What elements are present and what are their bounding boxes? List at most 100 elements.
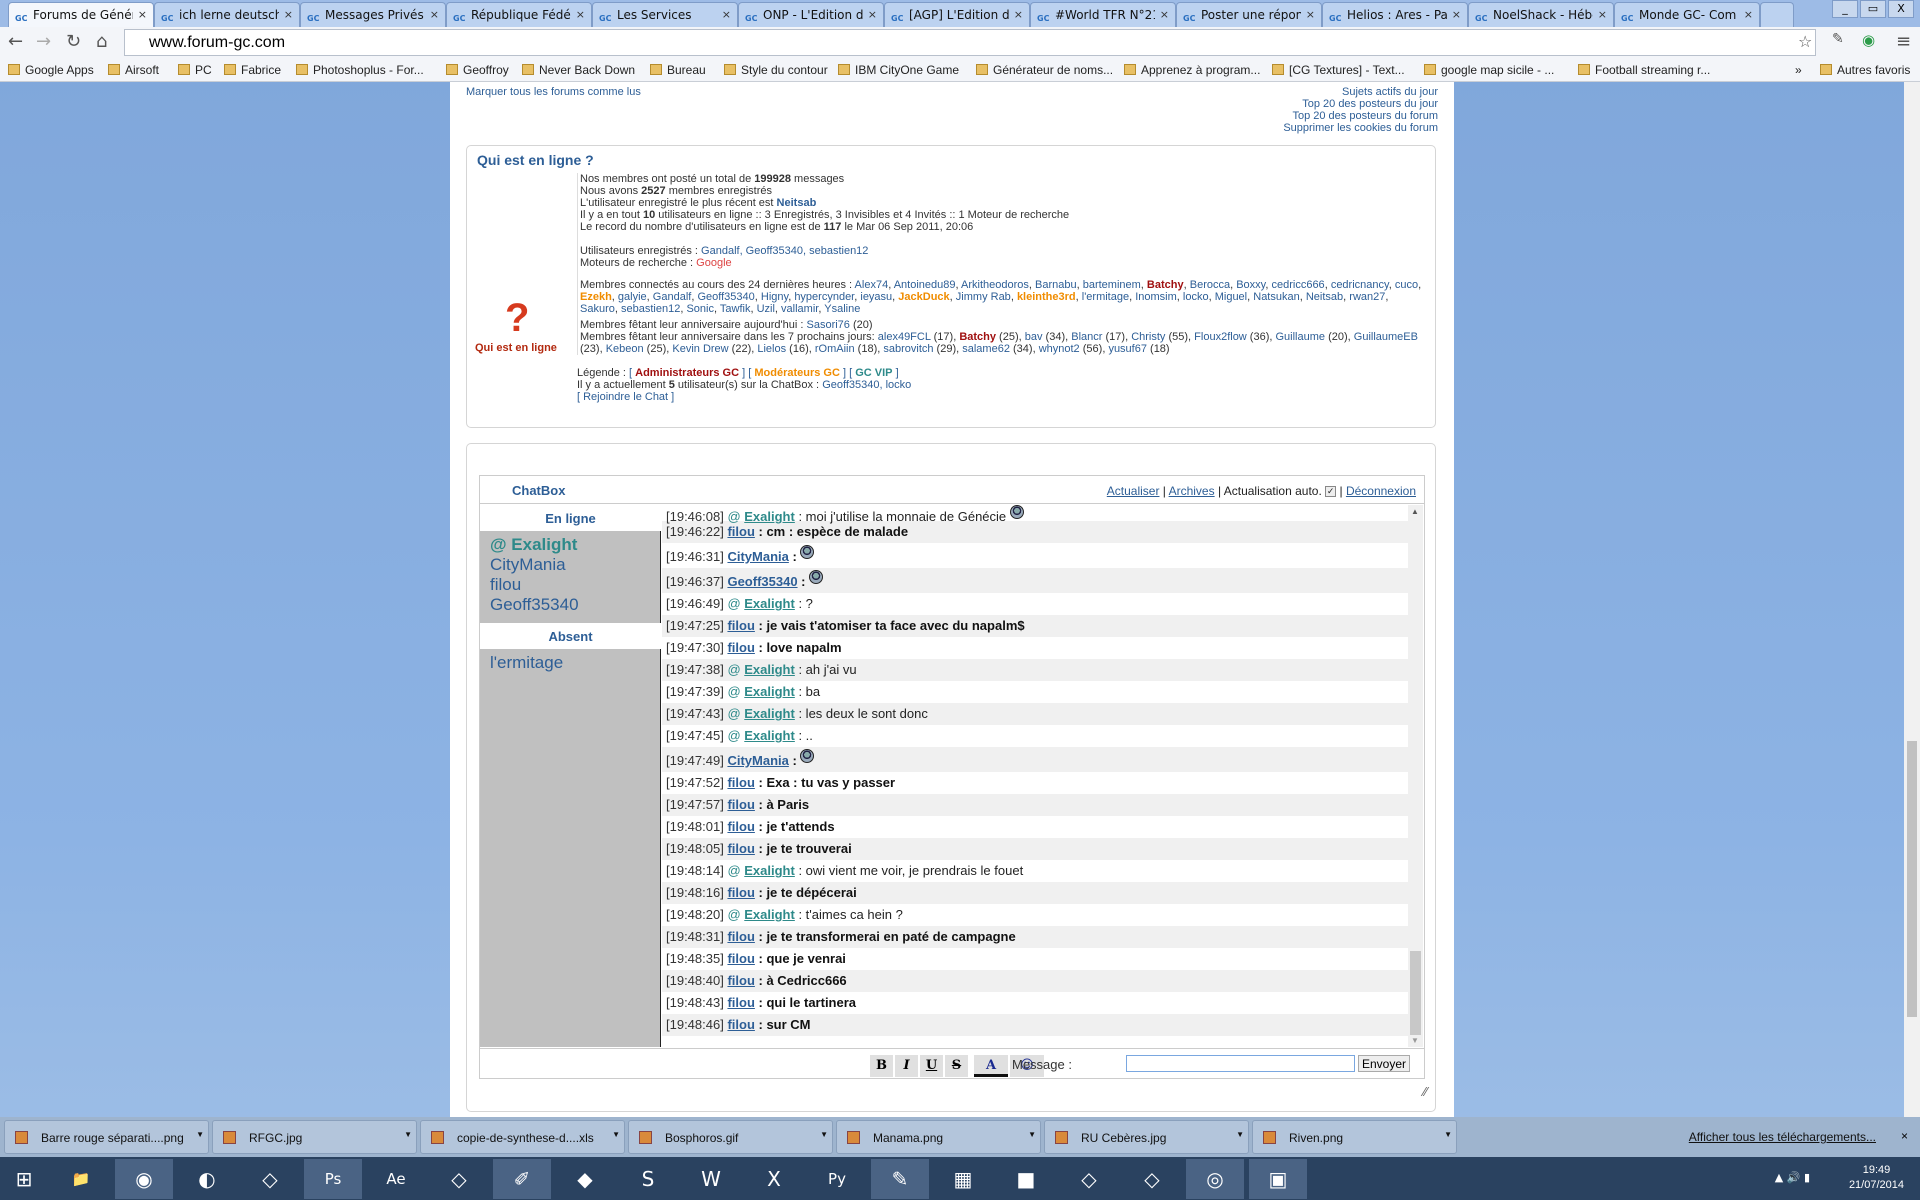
download-item[interactable]: RU Cebères.jpg ▼ [1044, 1120, 1249, 1154]
chrome-icon[interactable]: ◉ [115, 1159, 173, 1199]
join-chat-link[interactable]: [ Rejoindre le Chat ] [577, 391, 674, 403]
message-author-link[interactable]: filou [727, 973, 754, 988]
scroll-up-icon[interactable]: ▲ [1411, 507, 1419, 516]
member-link[interactable]: Kevin Drew [672, 343, 728, 355]
chevron-down-icon[interactable]: ▼ [1444, 1130, 1452, 1139]
app-icon[interactable]: ◇ [1060, 1159, 1118, 1199]
tab-close-icon[interactable]: × [284, 8, 293, 21]
member-link[interactable]: Tawfik [720, 303, 751, 315]
tab-close-icon[interactable]: × [1452, 8, 1461, 21]
skype-icon[interactable]: S [619, 1159, 677, 1199]
member-link[interactable]: Geoff35340 [697, 291, 754, 303]
chat-users[interactable]: Geoff35340, locko [822, 379, 911, 391]
close-downloads-button[interactable]: × [1901, 1129, 1908, 1143]
member-link[interactable]: GuillaumeEB [1354, 331, 1418, 343]
download-item[interactable]: Barre rouge séparati....png ▼ [4, 1120, 209, 1154]
tab-close-icon[interactable]: × [1598, 8, 1607, 21]
member-link[interactable]: Gandalf [653, 291, 692, 303]
scrollbar-thumb[interactable] [1410, 951, 1421, 1035]
origin-icon[interactable]: ◎ [1186, 1159, 1244, 1199]
chevron-down-icon[interactable]: ▼ [1028, 1130, 1036, 1139]
tab-close-icon[interactable]: × [430, 8, 439, 21]
message-author-link[interactable]: filou [727, 951, 754, 966]
message-author-link[interactable]: filou [727, 819, 754, 834]
message-author-link[interactable]: filou [727, 995, 754, 1010]
message-author-link[interactable]: Exalight [744, 662, 795, 677]
scrollbar-thumb[interactable] [1907, 741, 1917, 1017]
message-author-link[interactable]: CityMania [727, 753, 788, 768]
member-link[interactable]: Alex74 [855, 279, 889, 291]
message-author-link[interactable]: Exalight [744, 706, 795, 721]
message-author-link[interactable]: Exalight [744, 863, 795, 878]
bookmark[interactable]: Google Apps [8, 63, 94, 77]
tab[interactable]: GC Monde GC- Com × [1614, 2, 1760, 27]
bookmark[interactable]: Générateur de noms... [976, 63, 1113, 77]
tab[interactable]: GC ONP - L'Edition d × [738, 2, 884, 27]
message-author-link[interactable]: Exalight [744, 684, 795, 699]
clock[interactable]: 19:49 21/07/2014 [1849, 1163, 1904, 1193]
resize-handle-icon[interactable]: ⁄⁄ [1423, 1085, 1427, 1099]
member-link[interactable]: Christy [1131, 331, 1165, 343]
member-link[interactable]: Kebeon [606, 343, 644, 355]
excel-icon[interactable]: X [745, 1159, 803, 1199]
python-icon[interactable]: Py [808, 1159, 866, 1199]
download-item[interactable]: copie-de-synthese-d....xls ▼ [420, 1120, 625, 1154]
message-author-link[interactable]: filou [727, 1017, 754, 1032]
chat-online-user[interactable]: @ Exalight [490, 535, 579, 555]
photoshop-icon[interactable]: Ps [304, 1159, 362, 1199]
show-all-downloads-link[interactable]: Afficher tous les téléchargements... [1689, 1130, 1876, 1144]
scroll-down-icon[interactable]: ▼ [1411, 1036, 1419, 1045]
bookmark[interactable]: Autres favoris [1820, 63, 1910, 77]
bookmark[interactable]: Apprenez à program... [1124, 63, 1260, 77]
tab-close-icon[interactable]: × [138, 8, 147, 21]
tab[interactable]: GC ich lerne deutsch × [154, 2, 300, 27]
tab-close-icon[interactable]: × [1744, 8, 1753, 21]
bookmark[interactable]: Photoshoplus - For... [296, 63, 424, 77]
tab[interactable]: GC Poster une répon × [1176, 2, 1322, 27]
member-link[interactable]: bav [1025, 331, 1043, 343]
new-tab-button[interactable] [1760, 2, 1794, 27]
paint-icon[interactable]: ✐ [493, 1159, 551, 1199]
tab-close-icon[interactable]: × [576, 8, 585, 21]
member-link[interactable]: cedricc666 [1271, 279, 1324, 291]
message-author-link[interactable]: Geoff35340 [727, 574, 797, 589]
mark-all-read-link[interactable]: Marquer tous les forums comme lus [466, 86, 641, 98]
page-scrollbar[interactable] [1904, 82, 1920, 1117]
member-link[interactable]: Miguel [1215, 291, 1247, 303]
quick-link[interactable]: Top 20 des posteurs du jour [1283, 98, 1438, 110]
member-link[interactable]: rOmAiin [815, 343, 855, 355]
chevron-down-icon[interactable]: ▼ [820, 1130, 828, 1139]
start-icon[interactable]: ⊞ [0, 1159, 48, 1199]
member-link[interactable]: Neitsab [1306, 291, 1343, 303]
member-link[interactable]: JackDuck [898, 291, 949, 303]
tab[interactable]: GC Forums de Génér × [8, 2, 154, 27]
member-link[interactable]: Uzil [757, 303, 775, 315]
bookmark[interactable]: [CG Textures] - Text... [1272, 63, 1405, 77]
message-author-link[interactable]: filou [727, 929, 754, 944]
member-link[interactable]: Batchy [1147, 279, 1184, 291]
message-author-link[interactable]: Exalight [744, 596, 795, 611]
member-link[interactable]: cuco [1395, 279, 1418, 291]
member-link[interactable]: rwan27 [1349, 291, 1385, 303]
message-author-link[interactable]: filou [727, 775, 754, 790]
chevron-down-icon[interactable]: ▼ [1236, 1130, 1244, 1139]
home-icon[interactable]: ⌂ [96, 31, 107, 52]
member-link[interactable]: sebastien12 [621, 303, 680, 315]
member-link[interactable]: Lielos [757, 343, 786, 355]
auto-refresh-checkbox[interactable]: ✓ [1325, 486, 1337, 497]
chat-scrollbar[interactable]: ▲ ▼ [1408, 505, 1423, 1047]
tab[interactable]: GC République Fédér × [446, 2, 592, 27]
app-icon[interactable]: ◇ [241, 1159, 299, 1199]
member-link[interactable]: sabrovitch [883, 343, 933, 355]
member-link[interactable]: Blancr [1071, 331, 1102, 343]
tab-close-icon[interactable]: × [1160, 8, 1169, 21]
minimize-button[interactable]: _ [1832, 0, 1858, 18]
tab[interactable]: GC [AGP] L'Edition d × [884, 2, 1030, 27]
quick-link[interactable]: Top 20 des posteurs du forum [1283, 110, 1438, 122]
member-link[interactable]: yusuf67 [1108, 343, 1147, 355]
reload-icon[interactable]: ↻ [66, 31, 81, 52]
member-link[interactable]: locko [1183, 291, 1209, 303]
message-author-link[interactable]: Exalight [744, 728, 795, 743]
tab-close-icon[interactable]: × [722, 8, 731, 21]
member-link[interactable]: salame62 [962, 343, 1010, 355]
